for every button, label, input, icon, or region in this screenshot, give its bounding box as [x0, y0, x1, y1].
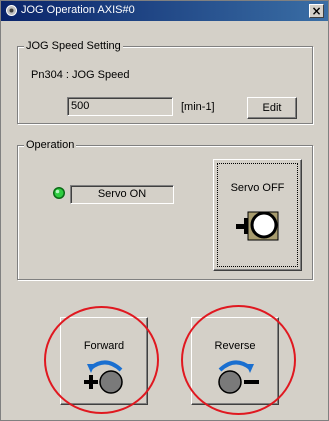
- servo-status-text: Servo ON: [97, 188, 147, 200]
- servo-status-led-fill: [54, 188, 64, 198]
- forward-label: Forward: [83, 340, 125, 352]
- close-icon: ×: [311, 4, 322, 18]
- servo-motor-icon: [236, 211, 279, 241]
- jog-speed-field[interactable]: 500: [67, 97, 173, 116]
- servo-off-label: Servo OFF: [230, 182, 285, 194]
- title-bar[interactable]: JOG Operation AXIS#0 ×: [1, 1, 328, 21]
- reverse-rotation-icon: [218, 360, 259, 394]
- forward-rotation-icon: [84, 360, 123, 394]
- jog-speed-value: 500: [71, 100, 90, 112]
- close-button[interactable]: ×: [309, 4, 324, 18]
- jog-speed-param-label: Pn304 : JOG Speed: [31, 69, 130, 81]
- operation-legend: Operation: [24, 139, 77, 151]
- edit-button-label: Edit: [262, 102, 282, 114]
- jog-speed-unit: [min-1]: [181, 101, 215, 113]
- servo-off-button[interactable]: Servo OFF: [213, 159, 302, 271]
- jog-speed-setting-legend: JOG Speed Setting: [24, 40, 123, 52]
- reverse-button[interactable]: Reverse: [191, 317, 279, 405]
- servo-status-display: Servo ON: [70, 185, 174, 204]
- window-title: JOG Operation AXIS#0: [21, 4, 135, 16]
- servo-status-led-icon: [53, 187, 65, 199]
- forward-button[interactable]: Forward: [60, 317, 148, 405]
- app-icon: [6, 5, 17, 16]
- edit-button[interactable]: Edit: [247, 97, 297, 119]
- reverse-label: Reverse: [214, 340, 256, 352]
- jog-operation-window: JOG Operation AXIS#0 × JOG Speed Setting…: [0, 0, 329, 421]
